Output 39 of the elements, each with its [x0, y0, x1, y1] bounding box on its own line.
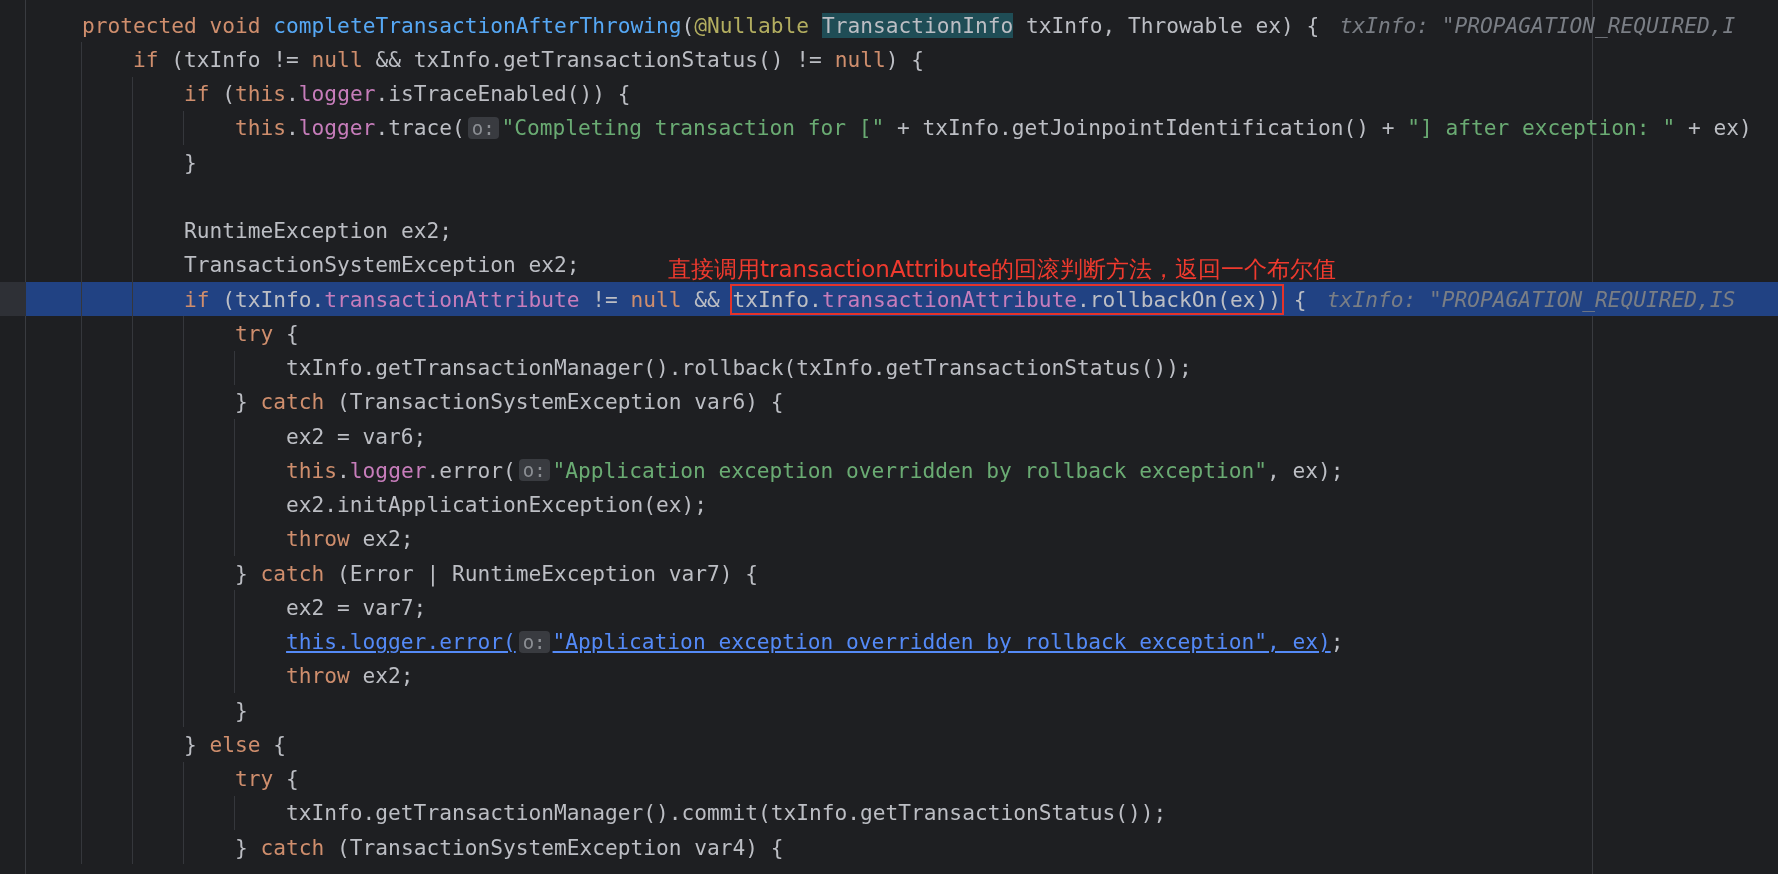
- code-text: } else {: [184, 731, 287, 757]
- parameter-hint: o:: [518, 630, 550, 653]
- code-text: ex2.initApplicationException(ex);: [286, 492, 707, 518]
- code-text: {: [1292, 286, 1307, 312]
- code-text: if (this.logger.isTraceEnabled()) {: [184, 81, 631, 107]
- code-text: }: [184, 149, 197, 175]
- code-text: ex2 = var7;: [286, 594, 427, 620]
- code-text: } catch (Error | RuntimeException var7) {: [235, 560, 759, 586]
- code-text: txInfo.getTransactionManager().commit(txInfo.getTransactionStatus());: [286, 800, 1167, 826]
- code-text: txInfo, Throwable ex) {: [1024, 12, 1320, 38]
- code-text: throw ex2;: [286, 663, 414, 689]
- parameter-hint: o:: [467, 116, 499, 139]
- gutter-highlight: [0, 282, 26, 317]
- code-text: txInfo.getTransactionManager().rollback(txInfo.getTransactionStatus());: [286, 355, 1192, 381]
- code-link[interactable]: "Application exception overridden by rollback exception", ex): [552, 629, 1331, 655]
- code-text: if (txInfo != null && txInfo.getTransactionStatus() != null) {: [133, 46, 924, 72]
- code-text: try {: [235, 320, 299, 346]
- code-text: this.logger.trace(: [235, 115, 465, 141]
- code-text: this.logger.error(: [286, 457, 516, 483]
- inline-value-hint: txInfo: "PROPAGATION_REQUIRED,I: [1339, 12, 1736, 38]
- code-text: ;: [1330, 629, 1344, 655]
- code-text: ex2 = var6;: [286, 423, 427, 449]
- code-text: protected void completeTransactionAfterThrowing(@Nullable: [82, 12, 810, 38]
- code-text: RuntimeException ex2;: [184, 218, 452, 244]
- inline-value-hint: txInfo: "PROPAGATION_REQUIRED,IS: [1327, 286, 1736, 312]
- code-text: throw ex2;: [286, 526, 414, 552]
- code-text: "Application exception overridden by rollback exception", ex);: [552, 457, 1344, 483]
- annotation-text: 直接调用transactionAttribute的回滚判断方法，返回一个布尔值: [668, 256, 1337, 282]
- code-text: } catch (TransactionSystemException var6) {: [235, 389, 784, 415]
- code-text: }: [235, 697, 248, 723]
- symbol-highlight: TransactionInfo: [821, 12, 1014, 38]
- code-text: "Completing transaction for [" + txInfo.getJoinpointIdentification() + "] after exception: " + ex): [501, 115, 1752, 141]
- code-text: if (txInfo.transactionAttribute != null &&: [184, 286, 721, 312]
- code-text: try {: [235, 766, 299, 792]
- annotation-frame: txInfo.transactionAttribute.rollbackOn(ex)): [732, 286, 1282, 312]
- parameter-hint: o:: [518, 459, 550, 482]
- code-text: TransactionSystemException ex2;: [184, 252, 580, 278]
- code-text: } catch (TransactionSystemException var4) {: [235, 834, 784, 860]
- code-link[interactable]: this.logger.error(: [286, 629, 516, 655]
